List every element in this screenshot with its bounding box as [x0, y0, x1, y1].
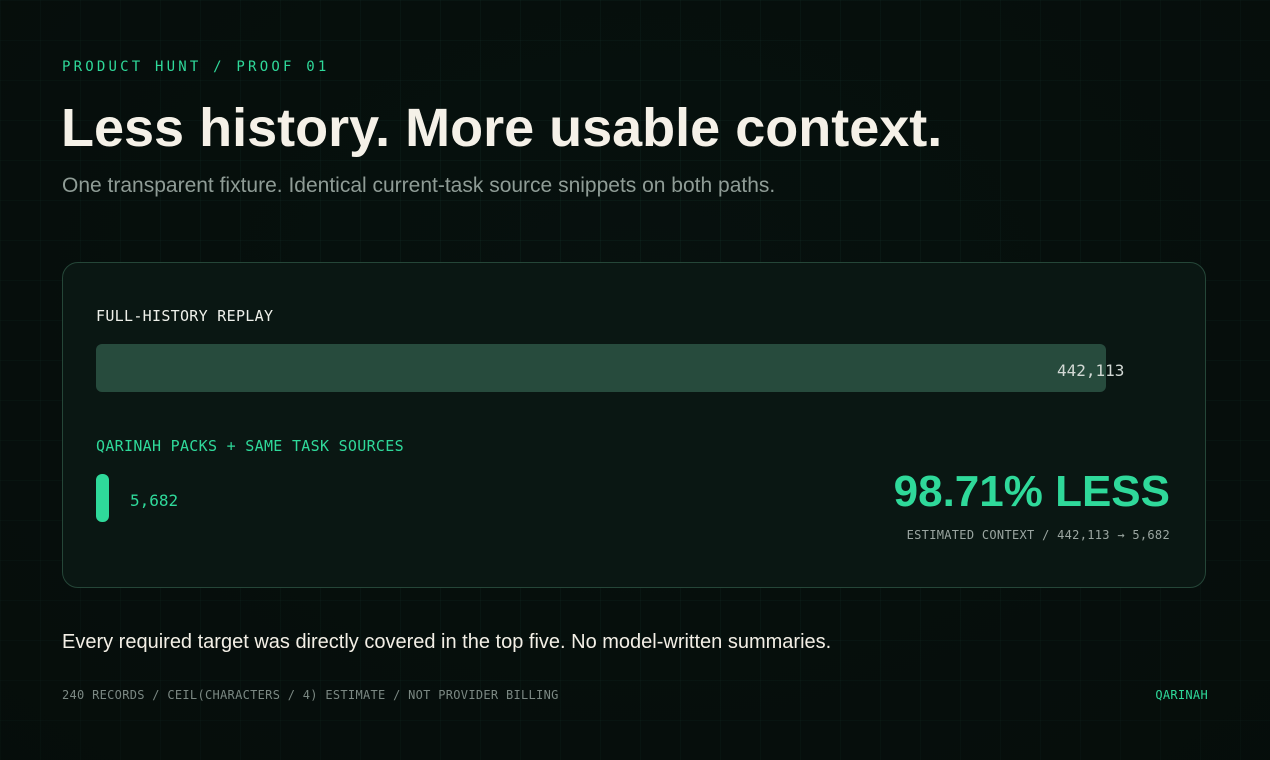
brand-mark: QARINAH: [1155, 688, 1208, 702]
full-history-value: 442,113: [1057, 361, 1125, 380]
methodology-note: 240 RECORDS / CEIL(CHARACTERS / 4) ESTIM…: [62, 688, 559, 702]
proof-page: { "eyebrow": "PRODUCT HUNT / PROOF 01", …: [0, 0, 1270, 760]
page-title: Less history. More usable context.: [61, 98, 943, 158]
estimate-note: ESTIMATED CONTEXT / 442,113 → 5,682: [906, 528, 1170, 542]
qarinah-label: QARINAH PACKS + SAME TASK SOURCES: [96, 437, 404, 455]
eyebrow-label: PRODUCT HUNT / PROOF 01: [62, 59, 330, 75]
comparison-card: FULL-HISTORY REPLAY 442,113 QARINAH PACK…: [62, 262, 1206, 588]
footnote: Every required target was directly cover…: [62, 631, 832, 653]
page-subtitle: One transparent fixture. Identical curre…: [62, 174, 776, 197]
qarinah-bar: [96, 474, 109, 522]
reduction-percentage: 98.71% LESS: [893, 467, 1170, 516]
full-history-bar: [96, 344, 1106, 392]
full-history-label: FULL-HISTORY REPLAY: [96, 307, 274, 325]
qarinah-value: 5,682: [130, 491, 179, 510]
